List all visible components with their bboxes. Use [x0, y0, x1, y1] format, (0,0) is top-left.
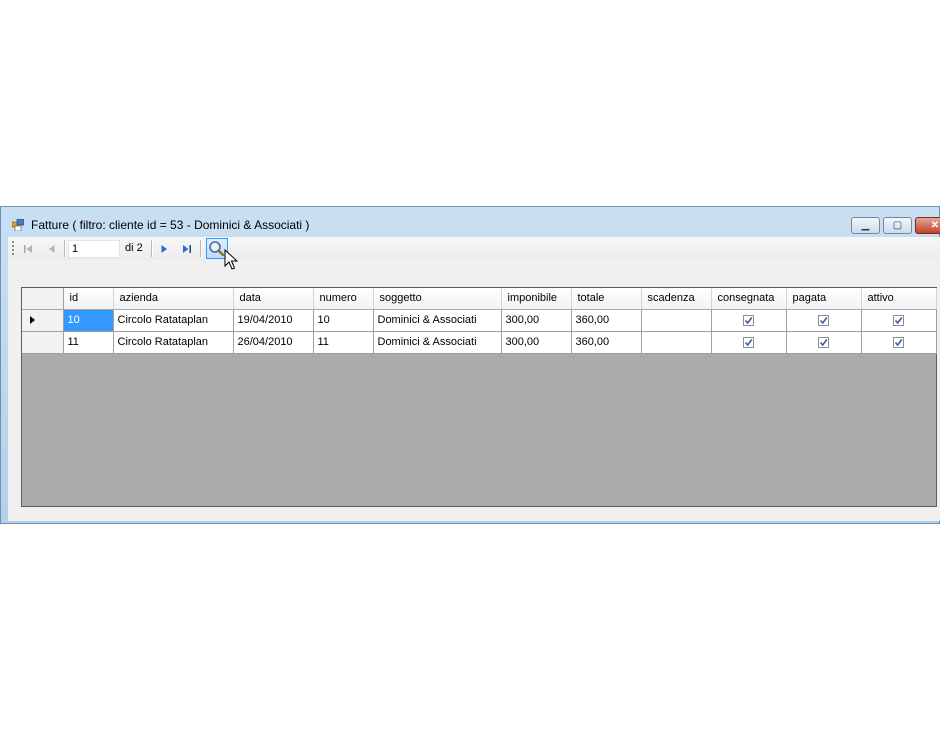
pagata-checkbox[interactable] — [818, 336, 829, 348]
maximize-button[interactable]: ▢ — [883, 217, 912, 234]
column-header-attivo[interactable]: attivo — [861, 288, 937, 310]
move-last-button[interactable] — [179, 240, 195, 258]
cell-consegnata[interactable] — [711, 309, 787, 332]
move-previous-button[interactable] — [44, 240, 60, 258]
position-input[interactable] — [68, 240, 120, 258]
binding-navigator: di 2 — [8, 237, 940, 270]
app-form-icon — [11, 218, 25, 232]
cell-attivo[interactable] — [861, 309, 937, 332]
move-previous-icon — [49, 245, 55, 253]
record-count-label: di 2 — [125, 242, 143, 254]
column-header-totale[interactable]: totale — [571, 288, 642, 310]
move-first-icon — [24, 245, 32, 253]
row-header[interactable] — [22, 309, 64, 332]
cell-imponibile[interactable]: 300,00 — [501, 309, 572, 332]
window-title: Fatture ( filtro: cliente id = 53 - Domi… — [31, 218, 310, 232]
minimize-icon: ▁ — [861, 220, 870, 231]
maximize-icon: ▢ — [892, 220, 903, 231]
move-next-button[interactable] — [156, 240, 172, 258]
current-row-arrow-icon — [30, 316, 35, 325]
cell-scadenza[interactable] — [641, 309, 712, 332]
cell-id[interactable]: 10 — [63, 309, 114, 332]
column-header-numero[interactable]: numero — [313, 288, 374, 310]
cell-numero[interactable]: 10 — [313, 309, 374, 332]
minimize-button[interactable]: ▁ — [851, 217, 880, 234]
cell-totale[interactable]: 360,00 — [571, 331, 642, 354]
cell-data[interactable]: 26/04/2010 — [233, 331, 314, 354]
cell-imponibile[interactable]: 300,00 — [501, 331, 572, 354]
attivo-checkbox[interactable] — [893, 336, 904, 348]
row-header[interactable] — [22, 331, 64, 354]
cell-scadenza[interactable] — [641, 331, 712, 354]
cell-azienda[interactable]: Circolo Ratataplan — [113, 331, 234, 354]
cell-attivo[interactable] — [861, 331, 937, 354]
title-bar[interactable]: Fatture ( filtro: cliente id = 53 - Domi… — [1, 207, 940, 237]
grid-header-row: id azienda data numero soggetto imponibi… — [22, 288, 937, 310]
table-row[interactable]: 11 Circolo Ratataplan 26/04/2010 11 Domi… — [22, 331, 937, 354]
form-client-area: di 2 — [8, 237, 940, 521]
cell-azienda[interactable]: Circolo Ratataplan — [113, 309, 234, 332]
attivo-checkbox[interactable] — [893, 314, 904, 326]
column-header-azienda[interactable]: azienda — [113, 288, 234, 310]
move-last-icon — [183, 245, 191, 253]
column-header-consegnata[interactable]: consegnata — [711, 288, 787, 310]
cell-numero[interactable]: 11 — [313, 331, 374, 354]
row-header-corner[interactable] — [22, 288, 64, 310]
move-next-icon — [161, 245, 167, 253]
pagata-checkbox[interactable] — [818, 314, 829, 326]
column-header-data[interactable]: data — [233, 288, 314, 310]
cell-data[interactable]: 19/04/2010 — [233, 309, 314, 332]
cell-soggetto[interactable]: Dominici & Associati — [373, 309, 502, 332]
toolbar-separator — [64, 240, 66, 257]
cell-consegnata[interactable] — [711, 331, 787, 354]
toolbar-grip[interactable] — [12, 241, 14, 256]
mouse-cursor-icon — [224, 248, 239, 274]
column-header-soggetto[interactable]: soggetto — [373, 288, 502, 310]
invoices-window: Fatture ( filtro: cliente id = 53 - Domi… — [0, 206, 940, 524]
cell-pagata[interactable] — [786, 331, 862, 354]
cell-totale[interactable]: 360,00 — [571, 309, 642, 332]
close-button[interactable]: ✕ — [915, 217, 940, 234]
move-first-button[interactable] — [20, 240, 36, 258]
close-icon: ✕ — [930, 220, 940, 231]
consegnata-checkbox[interactable] — [743, 314, 754, 326]
column-header-id[interactable]: id — [63, 288, 114, 310]
column-header-imponibile[interactable]: imponibile — [501, 288, 572, 310]
cell-id[interactable]: 11 — [63, 331, 114, 354]
invoices-grid[interactable]: id azienda data numero soggetto imponibi… — [21, 287, 937, 507]
column-header-pagata[interactable]: pagata — [786, 288, 862, 310]
toolbar-separator — [200, 240, 202, 257]
toolbar-separator — [151, 240, 153, 257]
cell-soggetto[interactable]: Dominici & Associati — [373, 331, 502, 354]
consegnata-checkbox[interactable] — [743, 336, 754, 348]
cell-pagata[interactable] — [786, 309, 862, 332]
column-header-scadenza[interactable]: scadenza — [641, 288, 712, 310]
table-row[interactable]: 10 Circolo Ratataplan 19/04/2010 10 Domi… — [22, 309, 937, 332]
